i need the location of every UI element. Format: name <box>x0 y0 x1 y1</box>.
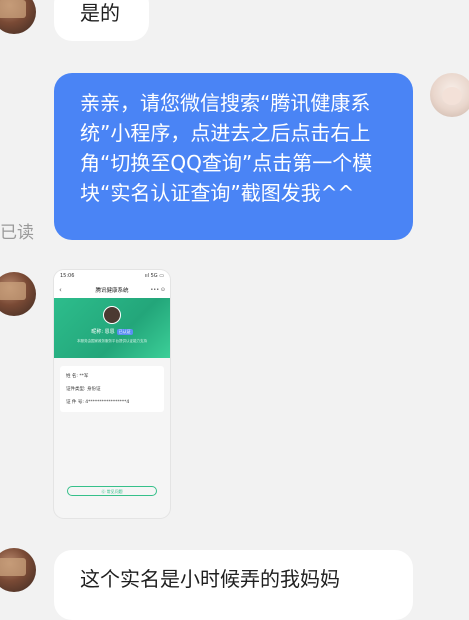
verified-badge: 已认证 <box>116 329 133 335</box>
my-avatar[interactable] <box>430 73 469 117</box>
screenshot-row-idtype: 证件类型: 身份证 <box>66 387 101 392</box>
screenshot-nav: ‹ 腾讯健康系统 ••• ⊙ <box>54 282 170 298</box>
message-text: 是的 <box>80 1 120 25</box>
image-message[interactable]: 15:06 ııl 5G ▭ ‹ 腾讯健康系统 ••• ⊙ 昵称: 恩恩 已认证 … <box>54 270 170 518</box>
screenshot-name: 昵称: 恩恩 已认证 <box>54 328 170 335</box>
message-text: 亲亲，请您微信搜索“腾讯健康系统”小程序，点进去之后点击右上角“切换至QQ查询”… <box>80 91 373 205</box>
screenshot-nav-title: 腾讯健康系统 <box>95 288 129 294</box>
screenshot-faq-button: ⓪ 常见问题 <box>67 486 157 496</box>
message-text: 这个实名是小时候弄的我妈妈 <box>80 567 340 591</box>
contact-avatar[interactable] <box>0 548 36 592</box>
screenshot-name-text: 昵称: 恩恩 <box>91 329 115 335</box>
back-icon: ‹ <box>59 286 62 294</box>
message-bubble-sent[interactable]: 亲亲，请您微信搜索“腾讯健康系统”小程序，点进去之后点击右上角“切换至QQ查询”… <box>54 73 413 240</box>
screenshot-signal: ııl 5G ▭ <box>144 273 164 279</box>
screenshot-row-idnum: 证 件 号: 4*****************4 <box>66 400 130 405</box>
screenshot-time: 15:06 <box>60 273 75 279</box>
screenshot-row-name: 姓 名: **军 <box>66 374 89 379</box>
contact-avatar[interactable] <box>0 272 36 316</box>
screenshot-info-card: 姓 名: **军 证件类型: 身份证 证 件 号: 4*************… <box>60 366 164 412</box>
read-status: 已读 <box>0 223 34 243</box>
contact-avatar[interactable] <box>0 0 36 34</box>
screenshot-avatar <box>103 306 121 324</box>
message-bubble[interactable]: 是的 <box>54 0 149 41</box>
screenshot-status-bar: 15:06 ııl 5G ▭ <box>54 270 170 282</box>
message-bubble[interactable]: 这个实名是小时候弄的我妈妈 <box>54 550 413 620</box>
screenshot-header: 昵称: 恩恩 已认证 本服务由国家政务服务平台提供认证能力支持 <box>54 298 170 358</box>
screenshot-capsule: ••• ⊙ <box>150 287 165 293</box>
screenshot-note: 本服务由国家政务服务平台提供认证能力支持 <box>77 339 147 343</box>
